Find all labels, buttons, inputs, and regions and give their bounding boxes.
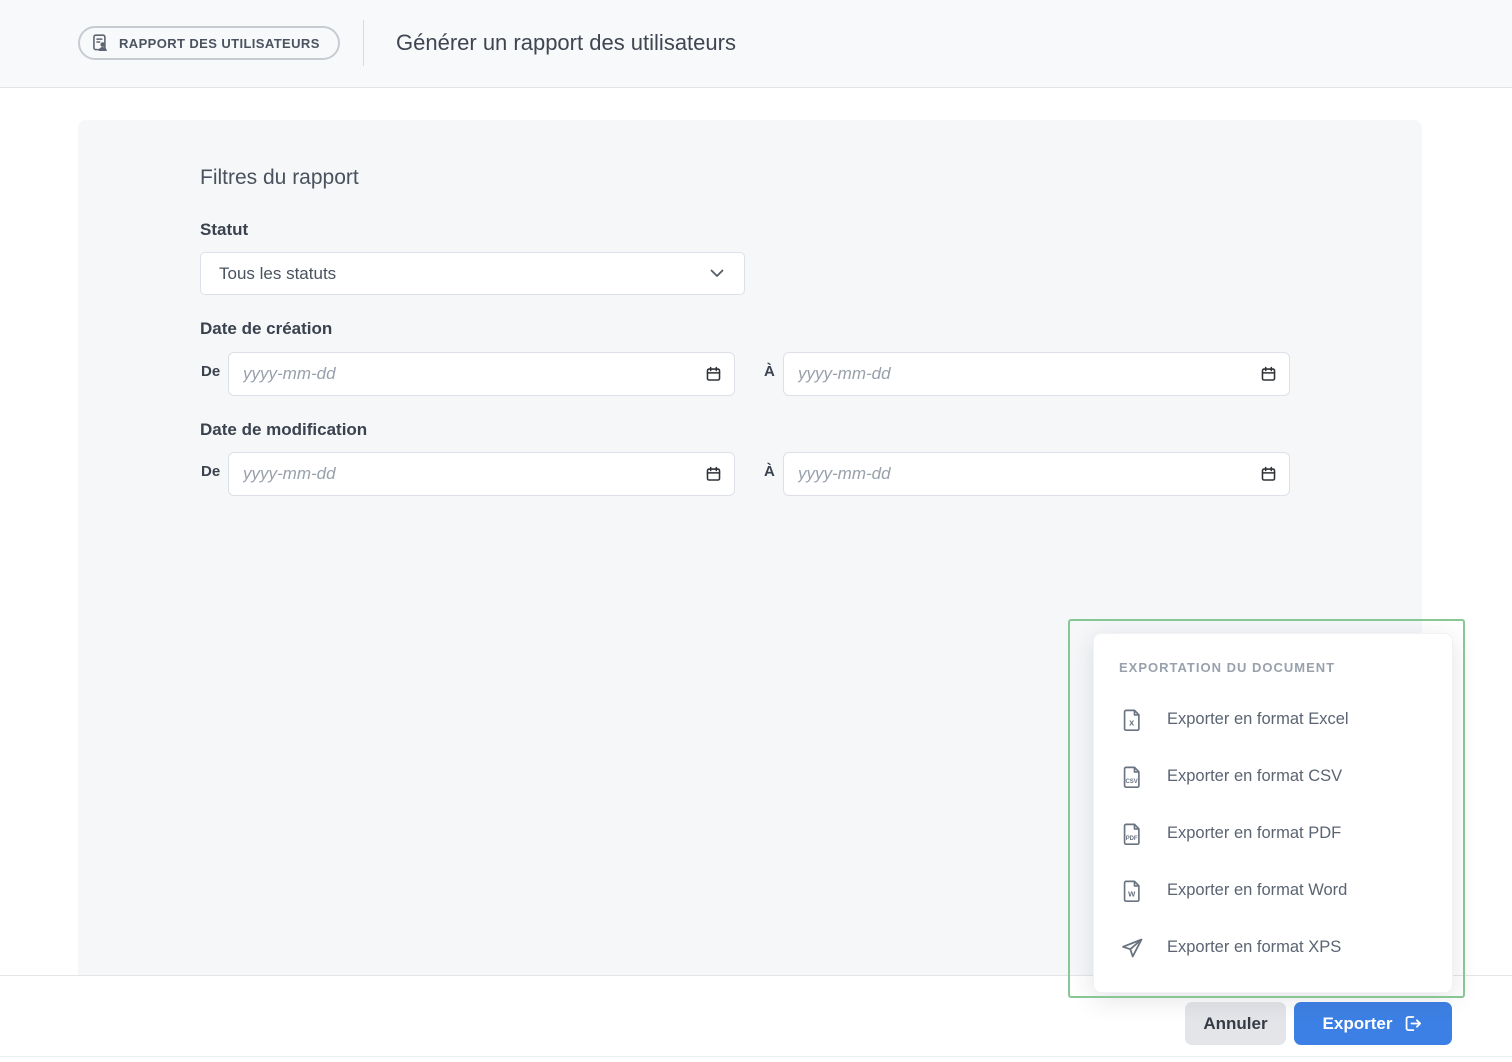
cancel-button-label: Annuler: [1203, 1014, 1267, 1034]
svg-text:x: x: [1129, 717, 1135, 727]
modification-to-label: À: [764, 463, 775, 480]
pdf-file-icon: PDF: [1119, 821, 1145, 847]
menu-item-export-word[interactable]: w Exporter en format Word: [1094, 862, 1452, 919]
badge-label: RAPPORT DES UTILISATEURS: [119, 36, 320, 51]
export-button-label: Exporter: [1323, 1014, 1393, 1034]
window-bottom-edge: [0, 1056, 1512, 1057]
menu-item-export-pdf[interactable]: PDF Exporter en format PDF: [1094, 805, 1452, 862]
header-divider: [363, 20, 364, 66]
modification-date-row: De À: [78, 452, 1422, 496]
creation-from-label: De: [201, 363, 220, 380]
modification-from-field: [228, 452, 735, 496]
user-report-icon: [90, 33, 111, 54]
creation-from-field: [228, 352, 735, 396]
export-menu-heading: EXPORTATION DU DOCUMENT: [1094, 660, 1452, 675]
calendar-icon[interactable]: [705, 365, 722, 383]
menu-item-label: Exporter en format CSV: [1167, 767, 1342, 786]
menu-item-label: Exporter en format PDF: [1167, 824, 1341, 843]
menu-item-label: Exporter en format XPS: [1167, 938, 1341, 957]
calendar-icon[interactable]: [1260, 465, 1277, 483]
svg-text:w: w: [1127, 888, 1136, 898]
status-select[interactable]: Tous les statuts: [200, 252, 745, 295]
status-select-value: Tous les statuts: [219, 264, 336, 284]
svg-text:CSV: CSV: [1126, 778, 1138, 784]
menu-item-export-csv[interactable]: CSV Exporter en format CSV: [1094, 748, 1452, 805]
excel-file-icon: x: [1119, 707, 1145, 733]
paper-plane-icon: [1119, 936, 1145, 960]
modification-from-input[interactable]: [228, 452, 735, 496]
creation-to-label: À: [764, 363, 775, 380]
status-label: Statut: [200, 220, 248, 240]
chevron-down-icon: [710, 269, 724, 278]
app-window: RAPPORT DES UTILISATEURS Générer un rapp…: [0, 0, 1512, 1062]
menu-item-export-xps[interactable]: Exporter en format XPS: [1094, 919, 1452, 976]
menu-item-label: Exporter en format Excel: [1167, 710, 1349, 729]
creation-to-field: [783, 352, 1290, 396]
report-users-badge[interactable]: RAPPORT DES UTILISATEURS: [78, 26, 340, 60]
export-menu: EXPORTATION DU DOCUMENT x Exporter en fo…: [1093, 633, 1453, 993]
creation-to-input[interactable]: [783, 352, 1290, 396]
export-icon: [1402, 1013, 1423, 1034]
menu-item-label: Exporter en format Word: [1167, 881, 1347, 900]
creation-date-row: De À: [78, 352, 1422, 396]
menu-item-export-excel[interactable]: x Exporter en format Excel: [1094, 691, 1452, 748]
top-bar: RAPPORT DES UTILISATEURS Générer un rapp…: [0, 0, 1512, 88]
calendar-icon[interactable]: [1260, 365, 1277, 383]
modification-date-label: Date de modification: [200, 420, 367, 440]
csv-file-icon: CSV: [1119, 764, 1145, 790]
filters-heading: Filtres du rapport: [200, 166, 359, 190]
modification-from-label: De: [201, 463, 220, 480]
creation-date-label: Date de création: [200, 319, 332, 339]
cancel-button[interactable]: Annuler: [1185, 1002, 1286, 1045]
page-title: Générer un rapport des utilisateurs: [396, 28, 736, 58]
svg-text:PDF: PDF: [1126, 835, 1138, 841]
creation-from-input[interactable]: [228, 352, 735, 396]
modification-to-field: [783, 452, 1290, 496]
word-file-icon: w: [1119, 878, 1145, 904]
modification-to-input[interactable]: [783, 452, 1290, 496]
calendar-icon[interactable]: [705, 465, 722, 483]
export-button[interactable]: Exporter: [1294, 1002, 1452, 1045]
